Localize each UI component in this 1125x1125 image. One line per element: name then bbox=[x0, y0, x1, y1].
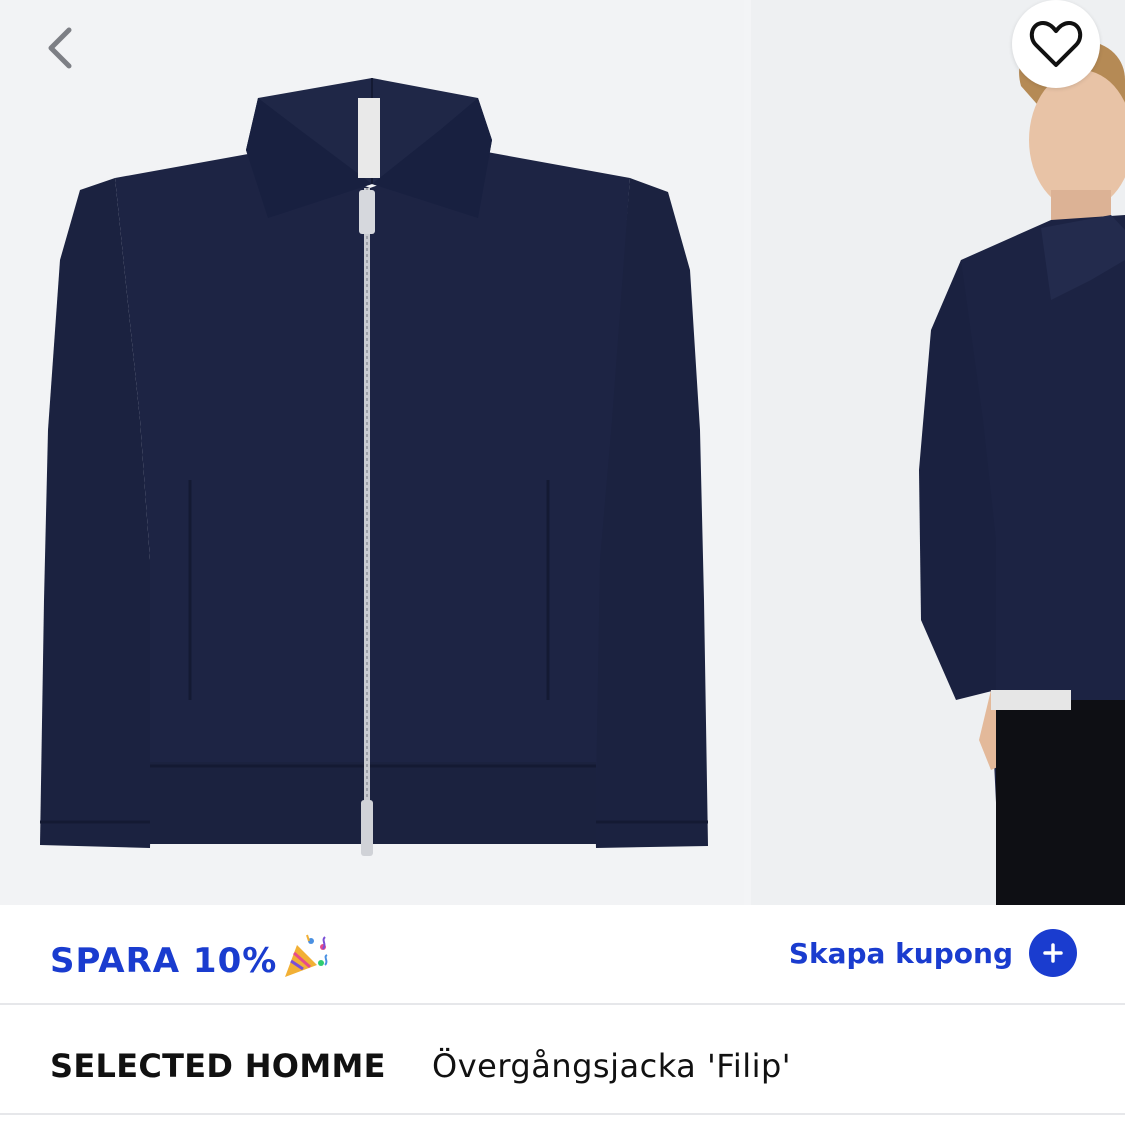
model-illustration bbox=[751, 0, 1125, 905]
promo-bar: SPARA 10% Skapa kupong bbox=[0, 905, 1125, 1005]
create-coupon-button[interactable]: Skapa kupong bbox=[789, 929, 1077, 977]
promo-label: SPARA 10% bbox=[50, 940, 278, 981]
favorite-button[interactable] bbox=[1012, 0, 1100, 88]
product-title-row: SELECTED HOMME Övergångsjacka 'Filip' bbox=[0, 1007, 1125, 1115]
chevron-left-icon bbox=[48, 27, 72, 69]
heart-outline-icon bbox=[1029, 21, 1083, 67]
product-brand[interactable]: SELECTED HOMME bbox=[50, 1047, 386, 1085]
back-button[interactable] bbox=[30, 18, 90, 78]
party-popper-icon bbox=[281, 933, 331, 988]
product-name: Övergångsjacka 'Filip' bbox=[432, 1047, 792, 1085]
jacket-flatlay-illustration bbox=[0, 0, 744, 905]
product-image-gallery[interactable] bbox=[0, 0, 1125, 905]
product-image-jacket[interactable] bbox=[0, 0, 744, 905]
promo-text: SPARA 10% bbox=[50, 933, 331, 988]
product-image-model[interactable] bbox=[751, 0, 1125, 905]
create-coupon-label: Skapa kupong bbox=[788, 936, 1013, 970]
plus-icon bbox=[1029, 929, 1077, 977]
